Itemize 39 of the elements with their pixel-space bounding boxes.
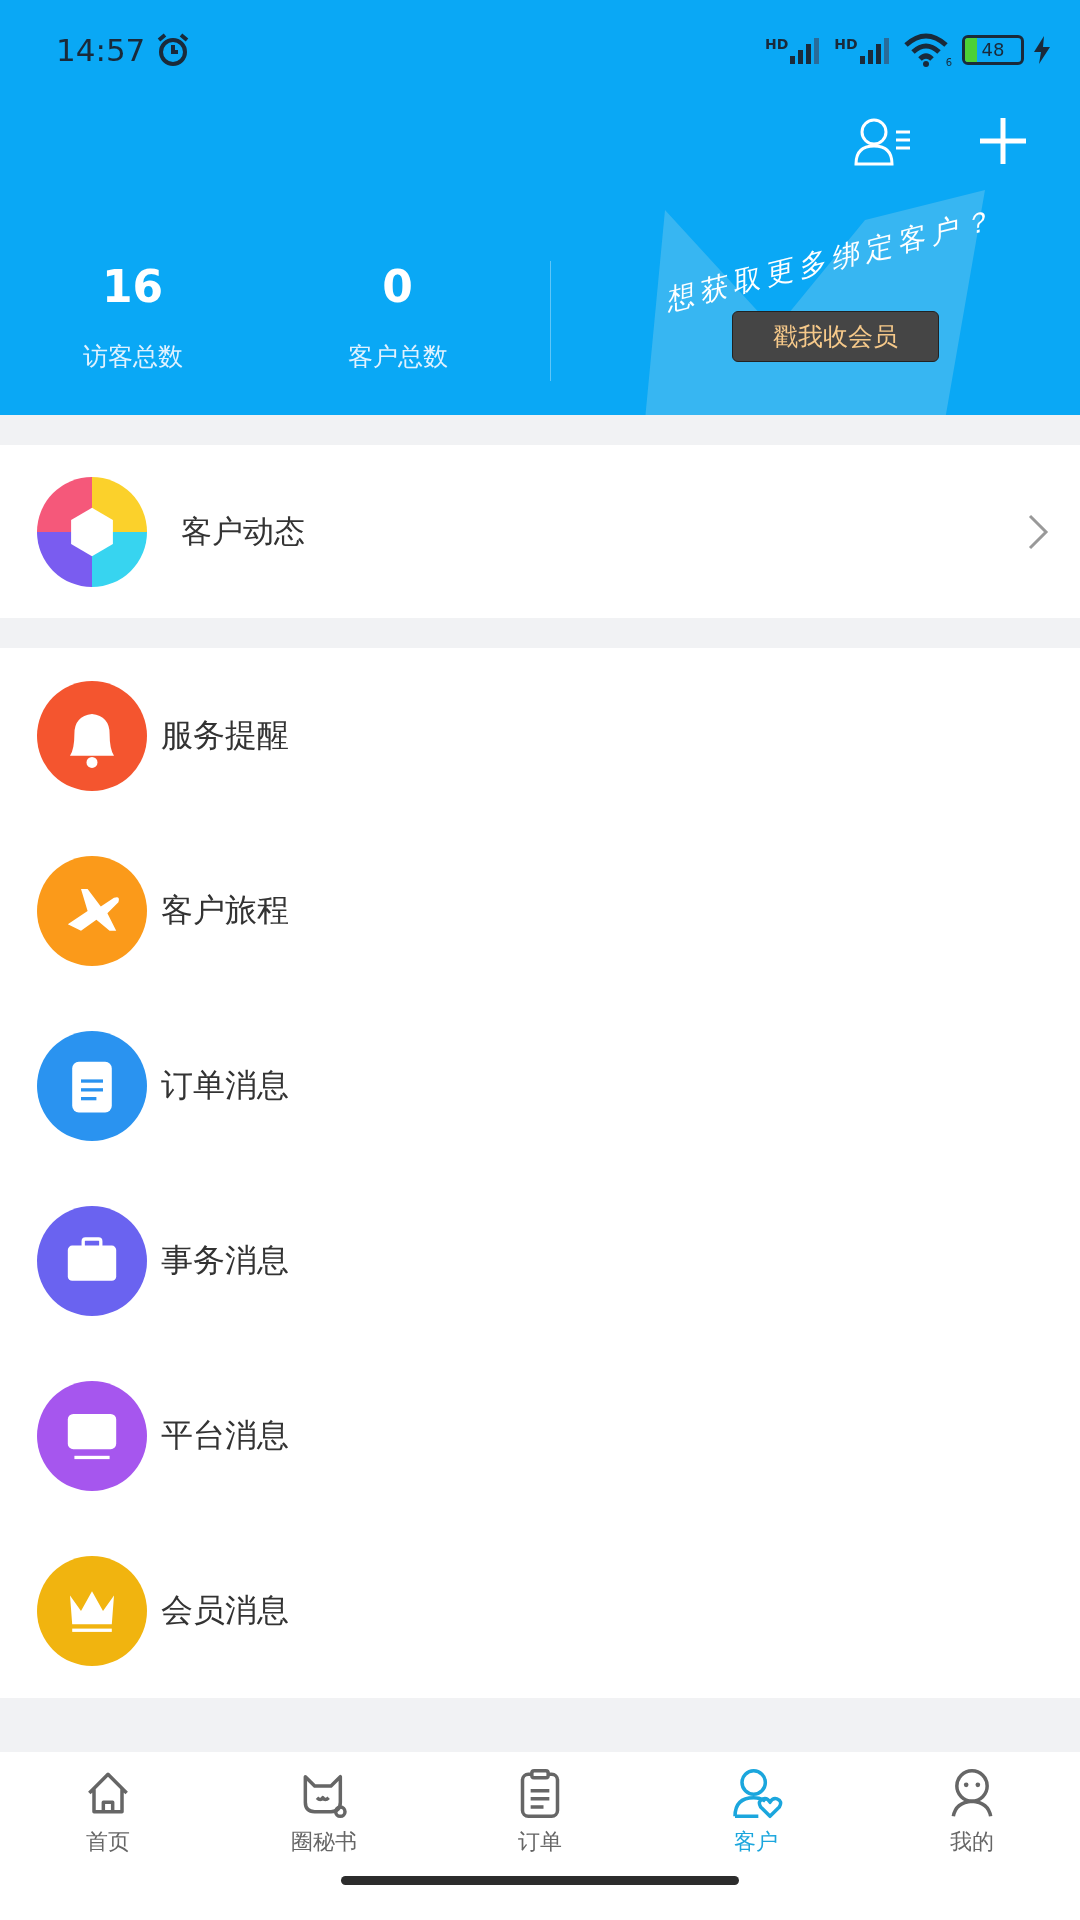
briefcase-icon — [37, 1205, 147, 1316]
stat-value: 16 — [101, 261, 164, 312]
tab[interactable]: 订单 — [432, 1764, 648, 1858]
charging-icon — [1034, 36, 1050, 64]
crown-icon — [37, 1555, 147, 1666]
message-label: 客户旅程 — [161, 889, 289, 931]
contacts-icon[interactable] — [854, 116, 912, 166]
feed-label: 客户动态 — [181, 511, 306, 551]
network-label: HD — [764, 36, 789, 52]
message-label: 会员消息 — [161, 1589, 289, 1631]
add-icon[interactable] — [978, 116, 1028, 166]
monitor-icon — [37, 1380, 147, 1491]
tab[interactable]: 圈秘书 — [216, 1764, 432, 1858]
feed-row[interactable]: 客户动态 — [0, 445, 1080, 618]
message-label: 订单消息 — [161, 1064, 289, 1106]
message-item[interactable]: 客户旅程 — [0, 823, 1080, 998]
message-item[interactable]: 会员消息 — [0, 1523, 1080, 1698]
clipboard-icon — [37, 1030, 147, 1141]
aperture-icon — [37, 476, 147, 587]
status-time: 14:57 — [56, 32, 146, 68]
stat-label: 客户总数 — [347, 341, 448, 373]
message-item[interactable]: 事务消息 — [0, 1173, 1080, 1348]
plane-icon — [37, 855, 147, 966]
message-item[interactable]: 服务提醒 — [0, 648, 1080, 823]
stat-label: 访客总数 — [82, 341, 183, 373]
message-label: 平台消息 — [161, 1414, 289, 1456]
battery-icon: 48 — [962, 35, 1024, 65]
message-label: 服务提醒 — [161, 714, 289, 756]
wifi-icon — [903, 33, 948, 67]
tab[interactable]: 首页 — [0, 1764, 216, 1858]
network-label: HD — [834, 36, 858, 52]
bell-icon — [37, 680, 147, 791]
message-item[interactable]: 订单消息 — [0, 998, 1080, 1173]
wifi-label: 6 — [945, 57, 952, 68]
stat-value: 0 — [382, 261, 413, 312]
tab[interactable]: 我的 — [864, 1764, 1080, 1858]
membership-button[interactable]: 戳我收会员 — [732, 311, 939, 362]
message-item[interactable]: 平台消息 — [0, 1348, 1080, 1523]
message-label: 事务消息 — [161, 1239, 289, 1281]
